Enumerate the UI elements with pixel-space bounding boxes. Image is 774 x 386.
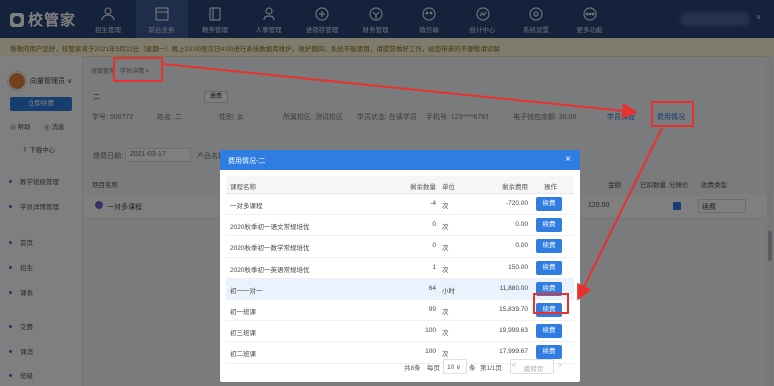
arrow-to-fee-tab (162, 63, 638, 119)
app-window: 校管家 招生管理前台业务教务管理人事管理进销存管理财务管理微信端统计中心系统设置… (0, 0, 774, 386)
annotation-arrows (162, 63, 663, 301)
arrow-to-renew-button (577, 127, 663, 301)
